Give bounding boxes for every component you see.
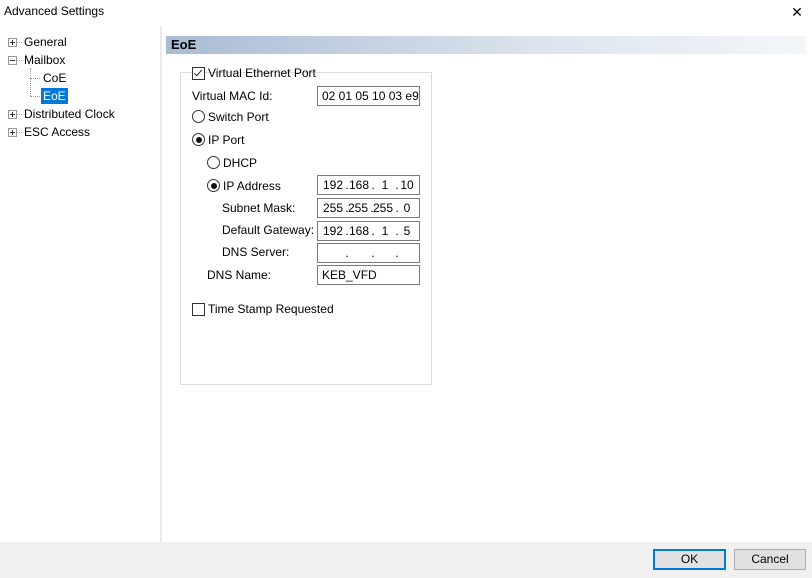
collapse-mailbox-icon[interactable] <box>8 56 17 65</box>
subnet-mask-octet-4: 0 <box>403 201 411 215</box>
time-stamp-requested-checkbox[interactable] <box>192 303 205 316</box>
dialog-button-bar: OK Cancel <box>0 542 812 578</box>
subnet-mask-label: Subnet Mask: <box>222 201 296 215</box>
dns-server-input[interactable]: . . . <box>317 243 420 263</box>
tree-item-distributed-clock[interactable]: Distributed Clock <box>24 106 115 122</box>
expand-general-icon[interactable] <box>8 38 17 47</box>
tree-item-mailbox[interactable]: Mailbox <box>24 52 65 68</box>
tree-item-esc-access[interactable]: ESC Access <box>24 124 90 140</box>
dns-server-label: DNS Server: <box>222 245 290 259</box>
switch-port-radio[interactable] <box>192 110 205 123</box>
virtual-mac-label: Virtual MAC Id: <box>192 89 273 103</box>
ip-address-octet-1: 192 <box>322 178 344 192</box>
default-gateway-input[interactable]: 192 . 168 . 1 . 5 <box>317 221 420 241</box>
dns-server-dot-2: . <box>371 246 375 260</box>
dns-name-input[interactable]: KEB_VFD <box>317 265 420 285</box>
ip-address-octet-2: 168 <box>348 178 370 192</box>
tree-item-general[interactable]: General <box>24 34 67 50</box>
default-gateway-octet-4: 5 <box>403 224 411 238</box>
title-bar: Advanced Settings ✕ <box>0 0 812 26</box>
settings-tree: General Mailbox CoE EoE Distributed Cloc… <box>0 26 161 542</box>
dhcp-radio[interactable] <box>207 156 220 169</box>
ok-button[interactable]: OK <box>653 549 726 570</box>
cancel-button[interactable]: Cancel <box>734 549 806 570</box>
ip-address-label: IP Address <box>223 179 281 193</box>
tree-item-coe[interactable]: CoE <box>43 70 66 86</box>
ip-address-input[interactable]: 192 . 168 . 1 . 10 <box>317 175 420 195</box>
virtual-ethernet-port-checkbox[interactable] <box>192 67 205 80</box>
ip-address-octet-3: 1 <box>381 178 389 192</box>
subnet-mask-octet-2: 255 <box>347 201 369 215</box>
close-button[interactable]: ✕ <box>782 0 812 24</box>
expand-distributed-clock-icon[interactable] <box>8 110 17 119</box>
subnet-mask-input[interactable]: 255 . 255 . 255 . 0 <box>317 198 420 218</box>
ip-port-radio[interactable] <box>192 133 205 146</box>
window-title: Advanced Settings <box>4 4 105 18</box>
dns-server-dot-3: . <box>395 246 399 260</box>
panel-header: EoE <box>166 36 806 54</box>
virtual-ethernet-port-label: Virtual Ethernet Port <box>208 66 316 80</box>
ip-address-octet-4: 10 <box>400 178 414 192</box>
default-gateway-octet-2: 168 <box>348 224 370 238</box>
subnet-mask-octet-1: 255 <box>322 201 344 215</box>
ip-port-label: IP Port <box>208 133 245 147</box>
subnet-mask-octet-3: 255 <box>372 201 394 215</box>
switch-port-label: Switch Port <box>208 110 269 124</box>
time-stamp-requested-label: Time Stamp Requested <box>208 302 334 316</box>
default-gateway-octet-3: 1 <box>381 224 389 238</box>
default-gateway-label: Default Gateway: <box>222 223 315 237</box>
close-icon: ✕ <box>791 3 803 20</box>
expand-esc-access-icon[interactable] <box>8 128 17 137</box>
dns-name-label: DNS Name: <box>207 268 272 282</box>
default-gateway-octet-1: 192 <box>322 224 344 238</box>
tree-item-eoe[interactable]: EoE <box>41 88 68 104</box>
ip-address-radio[interactable] <box>207 179 220 192</box>
virtual-mac-input[interactable]: 02 01 05 10 03 e9 <box>317 86 420 106</box>
dhcp-label: DHCP <box>223 156 258 170</box>
dns-server-dot-1: . <box>345 246 349 260</box>
